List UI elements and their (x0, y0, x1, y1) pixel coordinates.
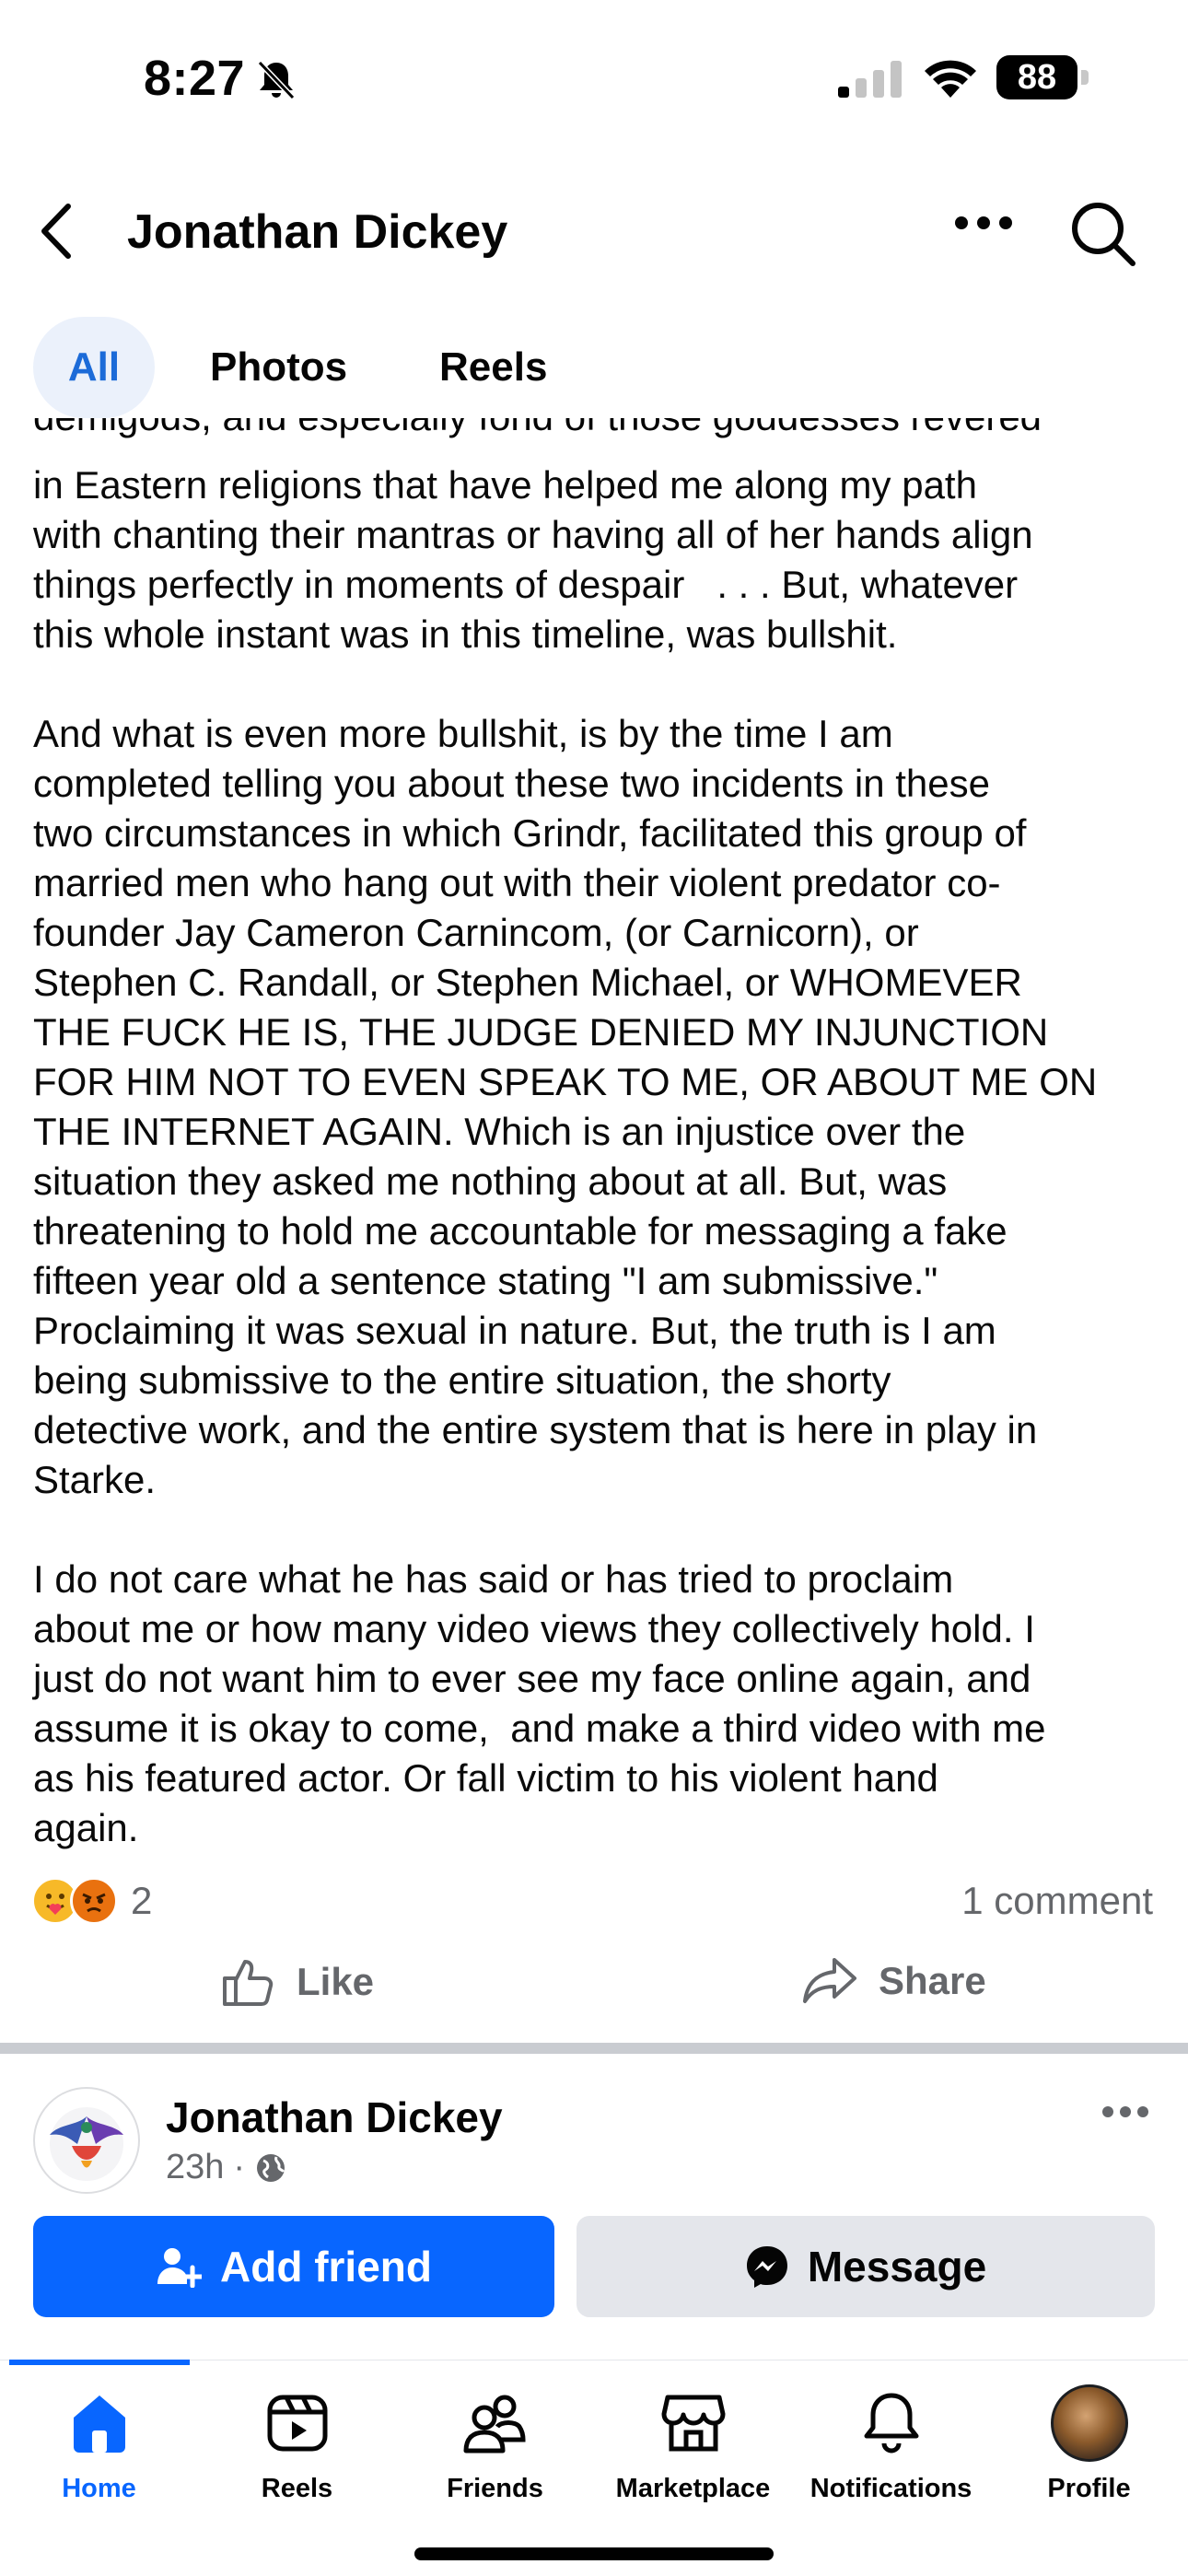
avatar (1050, 2384, 1128, 2462)
reels-icon (267, 2395, 327, 2452)
nav-item-profile[interactable]: Profile (990, 2384, 1188, 2504)
page-title: Jonathan Dickey (127, 205, 508, 259)
share-arrow-icon (803, 1958, 856, 2003)
reactions-summary[interactable]: 2 (31, 1877, 152, 1925)
angry-reaction-icon (70, 1877, 118, 1925)
battery-icon: 88 (996, 55, 1089, 99)
post-text: in Eastern religions that have helped me… (33, 460, 1157, 1853)
post-time: 23h (166, 2148, 225, 2186)
reaction-count: 2 (131, 1879, 153, 1922)
globe-icon (257, 2153, 285, 2182)
add-friend-label: Add friend (220, 2243, 432, 2290)
friends-icon (463, 2395, 526, 2454)
nav-label-profile: Profile (1047, 2474, 1131, 2503)
thumbs-up-icon (223, 1960, 274, 2006)
bell-icon (864, 2393, 918, 2454)
nav-item-friends[interactable]: Friends (396, 2385, 594, 2504)
nav-item-notifications[interactable]: Notifications (792, 2385, 990, 2504)
post-paragraph: in Eastern religions that have helped me… (33, 463, 1033, 656)
home-icon (73, 2395, 125, 2453)
post-text-partial: demigods, and especially fond of those g… (33, 418, 1042, 438)
nav-item-reels[interactable]: Reels (198, 2385, 396, 2504)
post-text-cut-line: demigods, and especially fond of those g… (33, 418, 1157, 446)
comment-count[interactable]: 1 comment (961, 1879, 1153, 1923)
home-indicator (414, 2547, 774, 2560)
share-label: Share (879, 1959, 986, 2002)
post-paragraph: And what is even more bullshit, is by th… (33, 712, 1098, 1501)
like-label: Like (297, 1960, 375, 2003)
nav-label-notifications: Notifications (809, 2474, 973, 2503)
tab-photos[interactable]: Photos (210, 317, 347, 418)
wifi-icon (923, 57, 978, 102)
post-author-name[interactable]: Jonathan Dickey (166, 2092, 503, 2142)
nav-item-home[interactable]: Home (0, 2385, 198, 2504)
nav-label-reels: Reels (261, 2474, 333, 2503)
nav-label-marketplace: Marketplace (615, 2474, 771, 2503)
nav-active-indicator (9, 2360, 190, 2365)
tab-all[interactable]: All (33, 317, 155, 418)
back-arrow-icon[interactable] (39, 203, 76, 264)
cellular-signal-icon (838, 61, 904, 102)
search-icon[interactable] (1070, 201, 1136, 272)
message-label: Message (807, 2243, 987, 2290)
post-more-options-icon[interactable] (1101, 2105, 1149, 2123)
like-button[interactable]: Like (221, 1956, 374, 2008)
tab-reels[interactable]: Reels (439, 317, 547, 418)
marketplace-icon (661, 2395, 725, 2452)
post-paragraph: I do not care what he has said or has tr… (33, 1557, 1046, 1849)
battery-level: 88 (996, 55, 1077, 99)
message-button[interactable]: Message (577, 2216, 1155, 2317)
post-meta: 23h · (166, 2148, 287, 2187)
nav-label-home: Home (62, 2474, 136, 2503)
add-person-icon (157, 2248, 202, 2288)
status-time: 8:27 (144, 51, 246, 106)
more-options-icon[interactable] (954, 216, 1013, 235)
messenger-icon (746, 2246, 787, 2288)
add-friend-button[interactable]: Add friend (33, 2216, 554, 2317)
nav-item-marketplace[interactable]: Marketplace (594, 2385, 792, 2504)
author-avatar[interactable] (33, 2087, 140, 2194)
nav-label-friends: Friends (447, 2474, 543, 2503)
feed-divider (0, 2043, 1188, 2054)
share-button[interactable]: Share (801, 1956, 986, 2006)
bell-muted-icon (254, 59, 298, 106)
